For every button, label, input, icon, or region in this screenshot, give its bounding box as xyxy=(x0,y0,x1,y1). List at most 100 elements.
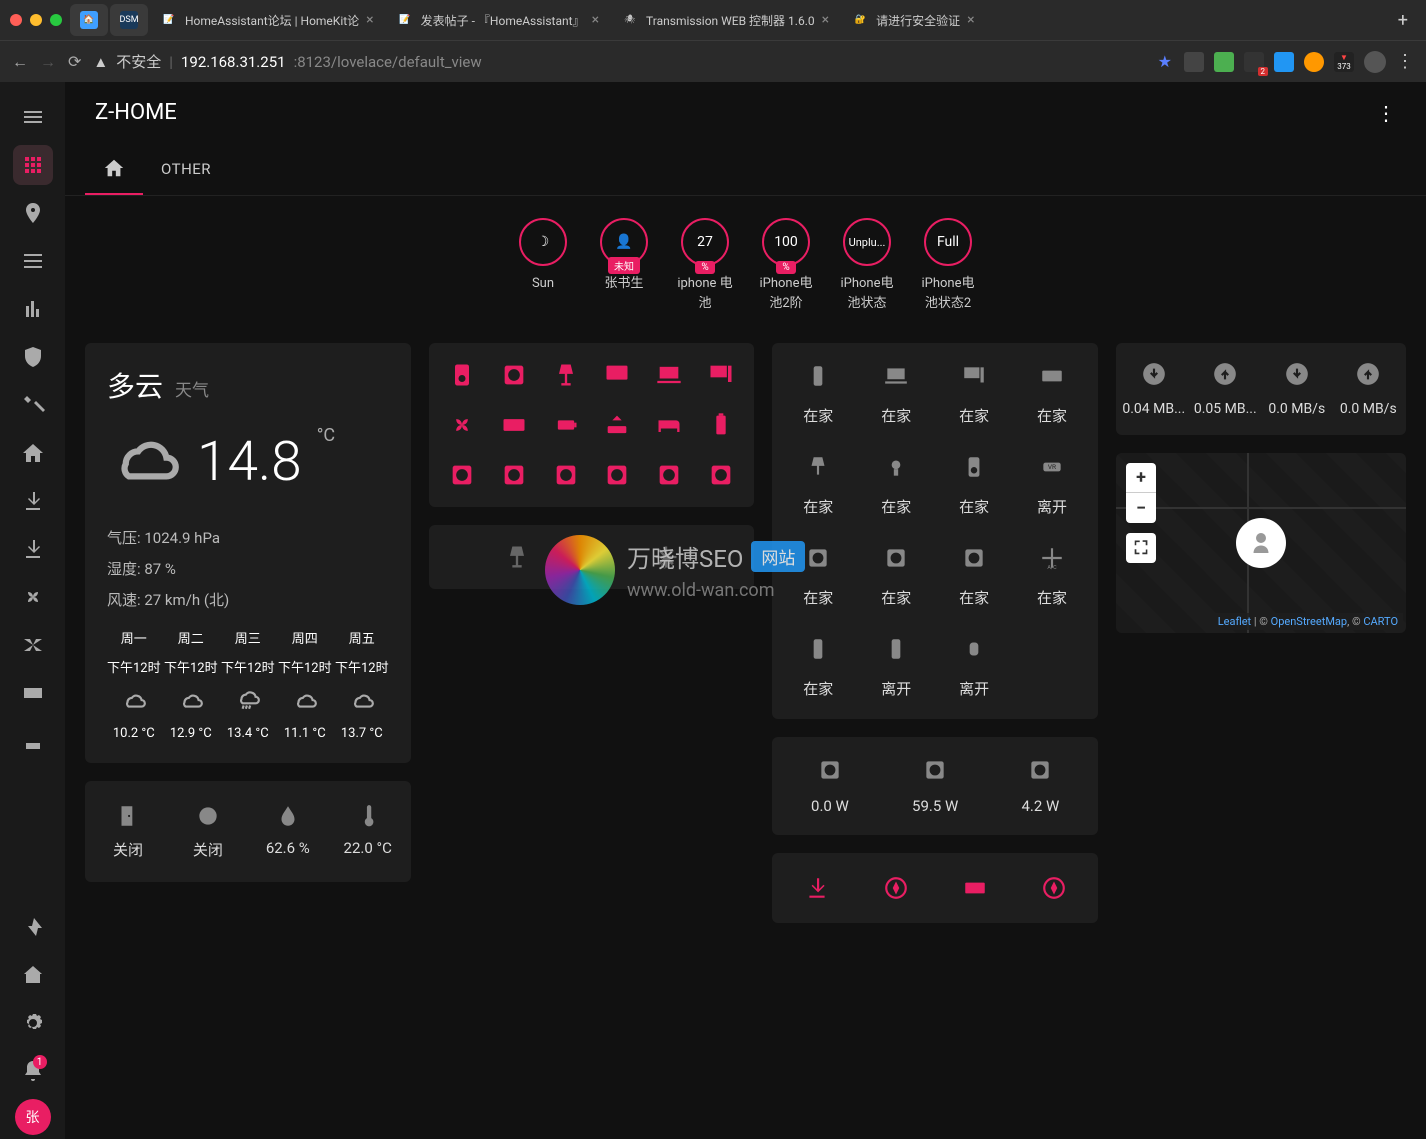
sidebar-shield[interactable] xyxy=(13,337,53,377)
ext-devtools-icon[interactable] xyxy=(1244,52,1264,72)
compass-icon[interactable] xyxy=(1019,875,1088,901)
close-icon[interactable]: × xyxy=(822,12,829,28)
user-avatar[interactable]: 张 xyxy=(15,1099,51,1135)
battery-icon[interactable] xyxy=(700,411,742,439)
close-icon[interactable]: × xyxy=(366,12,373,28)
upload-speed[interactable]: 0.0 MB/s xyxy=(1337,361,1401,417)
sidebar-map[interactable] xyxy=(13,193,53,233)
sidebar-home[interactable] xyxy=(13,433,53,473)
bed-icon[interactable] xyxy=(648,411,690,439)
browser-menu-button[interactable]: ⋮ xyxy=(1396,51,1414,72)
power-socket-icon[interactable] xyxy=(648,461,690,489)
zoom-out-button[interactable]: − xyxy=(1126,493,1156,523)
header-menu-button[interactable]: ⋮ xyxy=(1376,101,1396,125)
tab-home[interactable] xyxy=(85,143,143,195)
device-phone[interactable]: 在家 xyxy=(782,363,854,426)
tab-transmission[interactable]: 🕷Transmission WEB 控制器 1.6.0× xyxy=(611,4,839,36)
download-icon[interactable] xyxy=(782,875,851,901)
badge-state1[interactable]: Unplu...iPhone电池状态 xyxy=(835,218,900,313)
badge-person[interactable]: 👤未知张书生 xyxy=(592,218,657,313)
compass-icon[interactable] xyxy=(861,875,930,901)
device-camera[interactable]: 在家 xyxy=(860,454,932,517)
device-phone[interactable]: 在家 xyxy=(782,636,854,699)
temperature-sensor[interactable]: 22.0 °C xyxy=(331,797,405,866)
sidebar-download2[interactable] xyxy=(13,529,53,569)
sidebar-router[interactable] xyxy=(13,721,53,761)
window-maximize[interactable] xyxy=(50,14,62,26)
ext-blue-icon[interactable] xyxy=(1274,52,1294,72)
desktop-icon[interactable] xyxy=(700,361,742,389)
tab-dsm[interactable]: DSM xyxy=(110,4,148,36)
badge-sun[interactable]: ☽Sun xyxy=(511,218,576,313)
humidity-sensor[interactable]: 62.6 % xyxy=(251,797,325,866)
tab-auth[interactable]: 🔐请进行安全验证× xyxy=(841,4,985,36)
device-watch[interactable]: 离开 xyxy=(938,636,1010,699)
device-socket[interactable]: 在家 xyxy=(938,545,1010,608)
motion-sensor[interactable]: 关闭 xyxy=(171,797,245,866)
url-field[interactable]: ▲ 不安全 | 192.168.31.251:8123/lovelace/def… xyxy=(93,51,1145,72)
sidebar-devtools[interactable] xyxy=(13,907,53,947)
carto-link[interactable]: CARTO xyxy=(1363,615,1398,628)
sidebar-random[interactable] xyxy=(13,625,53,665)
ext-orange-icon[interactable] xyxy=(1304,52,1324,72)
sidebar-hass[interactable] xyxy=(13,955,53,995)
fan-icon[interactable] xyxy=(441,411,483,439)
hamburger-button[interactable] xyxy=(13,97,53,137)
ext-ublock-icon[interactable] xyxy=(1184,52,1204,72)
sidebar-download1[interactable] xyxy=(13,481,53,521)
power-socket-icon[interactable] xyxy=(493,361,535,389)
fullscreen-button[interactable]: ⛶ xyxy=(1126,533,1156,563)
power-meter[interactable]: 4.2 W xyxy=(993,757,1088,815)
battery-charge-icon[interactable] xyxy=(545,411,587,439)
router-icon[interactable] xyxy=(597,411,639,439)
tab-post[interactable]: 📝发表帖子 - 『HomeAssistant』× xyxy=(386,4,609,36)
device-keyboard[interactable]: 在家 xyxy=(1016,363,1088,426)
ext-green-icon[interactable] xyxy=(1214,52,1234,72)
badge-battery1[interactable]: 27%iphone 电池 xyxy=(673,218,738,313)
device-laptop[interactable]: 在家 xyxy=(860,363,932,426)
badge-state2[interactable]: FulliPhone电池状态2 xyxy=(916,218,981,313)
sidebar-tools[interactable] xyxy=(13,385,53,425)
lamp-icon[interactable] xyxy=(447,543,587,571)
close-icon[interactable]: × xyxy=(592,12,599,28)
download-speed[interactable]: 0.0 MB/s xyxy=(1265,361,1329,417)
door-sensor[interactable]: 关闭 xyxy=(91,797,165,866)
sidebar-fan[interactable] xyxy=(13,577,53,617)
device-speaker[interactable]: 在家 xyxy=(938,454,1010,517)
speaker-icon[interactable] xyxy=(441,361,483,389)
monitor-icon[interactable] xyxy=(597,361,639,389)
new-tab-button[interactable]: + xyxy=(1390,10,1416,31)
tab-forum[interactable]: 📝HomeAssistant论坛 | HomeKit论× xyxy=(150,4,384,36)
upload-speed[interactable]: 0.05 MB... xyxy=(1194,361,1258,417)
sidebar-settings[interactable] xyxy=(13,1003,53,1043)
device-ac[interactable]: A/C在家 xyxy=(1016,545,1088,608)
reload-button[interactable]: ⟳ xyxy=(68,52,81,71)
sidebar-notifications[interactable]: 1 xyxy=(13,1051,53,1091)
tab-homeassistant-icon[interactable]: 🏠 xyxy=(70,4,108,36)
forward-button[interactable]: → xyxy=(40,52,56,72)
sidebar-dashboard[interactable] xyxy=(13,145,53,185)
power-socket-icon[interactable] xyxy=(700,461,742,489)
leaflet-link[interactable]: Leaflet xyxy=(1218,615,1251,628)
device-phone[interactable]: 离开 xyxy=(860,636,932,699)
profile-avatar[interactable] xyxy=(1364,51,1386,73)
device-vr[interactable]: VR离开 xyxy=(1016,454,1088,517)
device-lamp[interactable]: 在家 xyxy=(782,454,854,517)
power-meter[interactable]: 0.0 W xyxy=(782,757,877,815)
weather-card[interactable]: 多云天气 14.8 °C 气压: 1024.9 hPa 湿度: 87 % 风速:… xyxy=(85,343,411,763)
zoom-in-button[interactable]: + xyxy=(1126,463,1156,493)
close-icon[interactable]: × xyxy=(967,12,974,28)
window-close[interactable] xyxy=(10,14,22,26)
download-speed[interactable]: 0.04 MB... xyxy=(1122,361,1186,417)
power-socket-icon[interactable] xyxy=(597,461,639,489)
tab-other[interactable]: OTHER xyxy=(143,143,229,195)
star-icon[interactable]: ★ xyxy=(1158,52,1172,71)
lamp-icon[interactable] xyxy=(545,361,587,389)
power-socket-icon[interactable] xyxy=(545,461,587,489)
sidebar-keyboard[interactable] xyxy=(13,673,53,713)
power-socket-icon[interactable] xyxy=(441,461,483,489)
sidebar-logbook[interactable] xyxy=(13,241,53,281)
device-socket[interactable]: 在家 xyxy=(860,545,932,608)
laptop-icon[interactable] xyxy=(648,361,690,389)
power-meter[interactable]: 59.5 W xyxy=(888,757,983,815)
